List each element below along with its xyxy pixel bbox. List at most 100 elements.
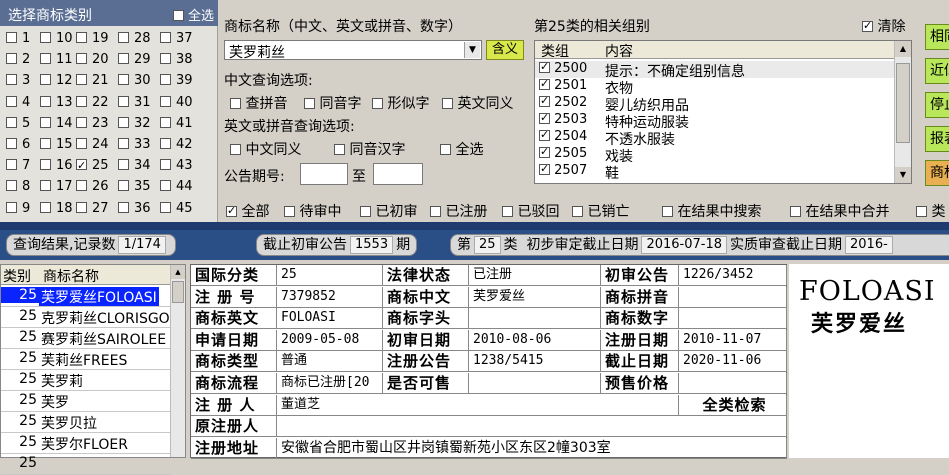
gazette-from-input[interactable] xyxy=(300,163,348,185)
category-checkbox-6[interactable]: 6 xyxy=(6,136,30,154)
checkbox-box[interactable] xyxy=(6,138,17,149)
group-row[interactable]: 2502婴儿纺织用品 xyxy=(535,94,895,114)
category-checkbox-22[interactable]: 22 xyxy=(76,94,109,112)
checkbox-box[interactable] xyxy=(118,74,129,86)
chevron-down-icon[interactable]: ▼ xyxy=(464,42,480,58)
checkbox-box[interactable] xyxy=(160,95,171,107)
table-row[interactable]: 25 克罗莉丝CLORISGO xyxy=(1,307,171,328)
category-checkbox-39[interactable]: 39 xyxy=(160,72,193,90)
category-checkbox-42[interactable]: 42 xyxy=(160,136,193,154)
checkbox-box[interactable] xyxy=(226,204,237,217)
scroll-up-icon[interactable]: ▲ xyxy=(171,265,185,279)
gazette-to-input[interactable] xyxy=(373,163,423,185)
checkbox-box[interactable] xyxy=(160,53,171,65)
category-checkbox-12[interactable]: 12 xyxy=(40,72,73,90)
action-button-0[interactable]: 相同 xyxy=(925,24,949,50)
category-checkbox-1[interactable]: 1 xyxy=(6,30,30,48)
filter-1[interactable]: 待审中 xyxy=(284,201,341,221)
category-checkbox-28[interactable]: 28 xyxy=(118,30,151,48)
clear-checkbox[interactable]: 清除 xyxy=(862,16,905,36)
option-select-all[interactable]: 全选 xyxy=(440,139,483,159)
category-checkbox-11[interactable]: 11 xyxy=(40,51,73,69)
name-input[interactable]: 芙罗莉丝 ▼ xyxy=(224,40,482,61)
checkbox-box[interactable] xyxy=(790,206,801,217)
action-button-1[interactable]: 近似 xyxy=(925,58,949,84)
checkbox-box[interactable] xyxy=(40,32,51,43)
table-row[interactable]: 25 芙罗爱丝FOLOASI xyxy=(1,286,171,307)
table-row[interactable]: 25 赛罗莉丝SAIROLEE xyxy=(1,328,171,349)
checkbox-box[interactable] xyxy=(76,53,87,65)
category-checkbox-27[interactable]: 27 xyxy=(76,200,109,218)
checkbox-box[interactable] xyxy=(6,95,17,107)
group-row[interactable]: 2501衣物 xyxy=(535,77,895,97)
filter-5[interactable]: 已销亡 xyxy=(572,201,629,221)
checkbox-box[interactable] xyxy=(160,32,171,43)
checkbox-box[interactable] xyxy=(430,206,441,217)
category-checkbox-14[interactable]: 14 xyxy=(40,115,73,133)
checkbox-box[interactable] xyxy=(118,53,129,65)
category-checkbox-15[interactable]: 15 xyxy=(40,136,73,154)
checkbox-box[interactable] xyxy=(76,138,87,149)
filter-6[interactable]: 在结果中搜索 xyxy=(662,201,761,221)
checkbox-box[interactable] xyxy=(76,32,87,43)
filter-3[interactable]: 已注册 xyxy=(430,201,487,221)
category-checkbox-23[interactable]: 23 xyxy=(76,115,109,133)
checkbox-box[interactable] xyxy=(118,201,129,213)
checkbox-box[interactable] xyxy=(76,74,87,86)
option-chinese-synonym[interactable]: 中文同义 xyxy=(230,139,301,159)
result-scrollbar[interactable]: ▲ xyxy=(170,265,185,457)
checkbox-box[interactable] xyxy=(118,180,129,192)
group-scrollbar[interactable]: ▲ ▼ xyxy=(894,41,911,183)
filter-7[interactable]: 在结果中合并 xyxy=(790,201,889,221)
meaning-button[interactable]: 含义 xyxy=(486,40,524,60)
category-checkbox-2[interactable]: 2 xyxy=(6,51,30,69)
checkbox-box[interactable] xyxy=(76,95,87,107)
category-checkbox-35[interactable]: 35 xyxy=(118,178,151,196)
checkbox-box[interactable] xyxy=(76,180,87,192)
category-checkbox-19[interactable]: 19 xyxy=(76,30,109,48)
table-row[interactable]: 25 芙莉丝FREES xyxy=(1,349,171,370)
checkbox-box[interactable] xyxy=(40,138,51,149)
checkbox-box[interactable] xyxy=(76,116,87,128)
checkbox-box[interactable] xyxy=(6,201,17,213)
scroll-thumb[interactable] xyxy=(172,281,184,303)
category-checkbox-3[interactable]: 3 xyxy=(6,72,30,90)
scroll-thumb[interactable] xyxy=(896,63,910,143)
category-checkbox-13[interactable]: 13 xyxy=(40,94,73,112)
category-checkbox-5[interactable]: 5 xyxy=(6,115,30,133)
checkbox-box[interactable] xyxy=(118,95,129,107)
checkbox-box[interactable] xyxy=(160,159,171,171)
table-row[interactable]: 25 xyxy=(1,454,171,475)
category-checkbox-33[interactable]: 33 xyxy=(118,136,151,154)
filter-8[interactable]: 类 xyxy=(916,201,945,221)
checkbox-box[interactable] xyxy=(6,32,17,43)
table-row[interactable]: 25 芙罗莉 xyxy=(1,370,171,391)
checkbox-box[interactable] xyxy=(6,74,17,86)
select-all-checkbox[interactable]: 全选 xyxy=(172,5,214,24)
checkbox-box[interactable] xyxy=(40,201,51,213)
checkbox-box[interactable] xyxy=(160,138,171,149)
checkbox-box[interactable] xyxy=(160,116,171,128)
category-checkbox-44[interactable]: 44 xyxy=(160,178,193,196)
category-checkbox-43[interactable]: 43 xyxy=(160,157,193,175)
option-english-synonym[interactable]: 英文同义 xyxy=(442,93,513,113)
checkbox-box[interactable] xyxy=(6,53,17,65)
action-button-2[interactable]: 停止 xyxy=(925,92,949,118)
checkbox-box[interactable] xyxy=(118,32,129,43)
checkbox-box[interactable] xyxy=(662,206,673,217)
group-row[interactable]: 2507 鞋 xyxy=(535,162,895,182)
checkbox-box[interactable] xyxy=(76,201,87,213)
category-checkbox-41[interactable]: 41 xyxy=(160,115,193,133)
checkbox-box[interactable] xyxy=(40,53,51,65)
category-checkbox-7[interactable]: 7 xyxy=(6,157,30,175)
checkbox-box[interactable] xyxy=(40,159,51,171)
checkbox-box[interactable] xyxy=(118,138,129,149)
checkbox-box[interactable] xyxy=(160,74,171,86)
checkbox-box[interactable] xyxy=(572,206,583,217)
checkbox-box[interactable] xyxy=(160,180,171,192)
checkbox-box[interactable] xyxy=(40,180,51,192)
checkbox-box[interactable] xyxy=(916,206,927,217)
checkbox-box[interactable] xyxy=(40,116,51,128)
scroll-up-icon[interactable]: ▲ xyxy=(895,41,911,57)
category-checkbox-40[interactable]: 40 xyxy=(160,94,193,112)
